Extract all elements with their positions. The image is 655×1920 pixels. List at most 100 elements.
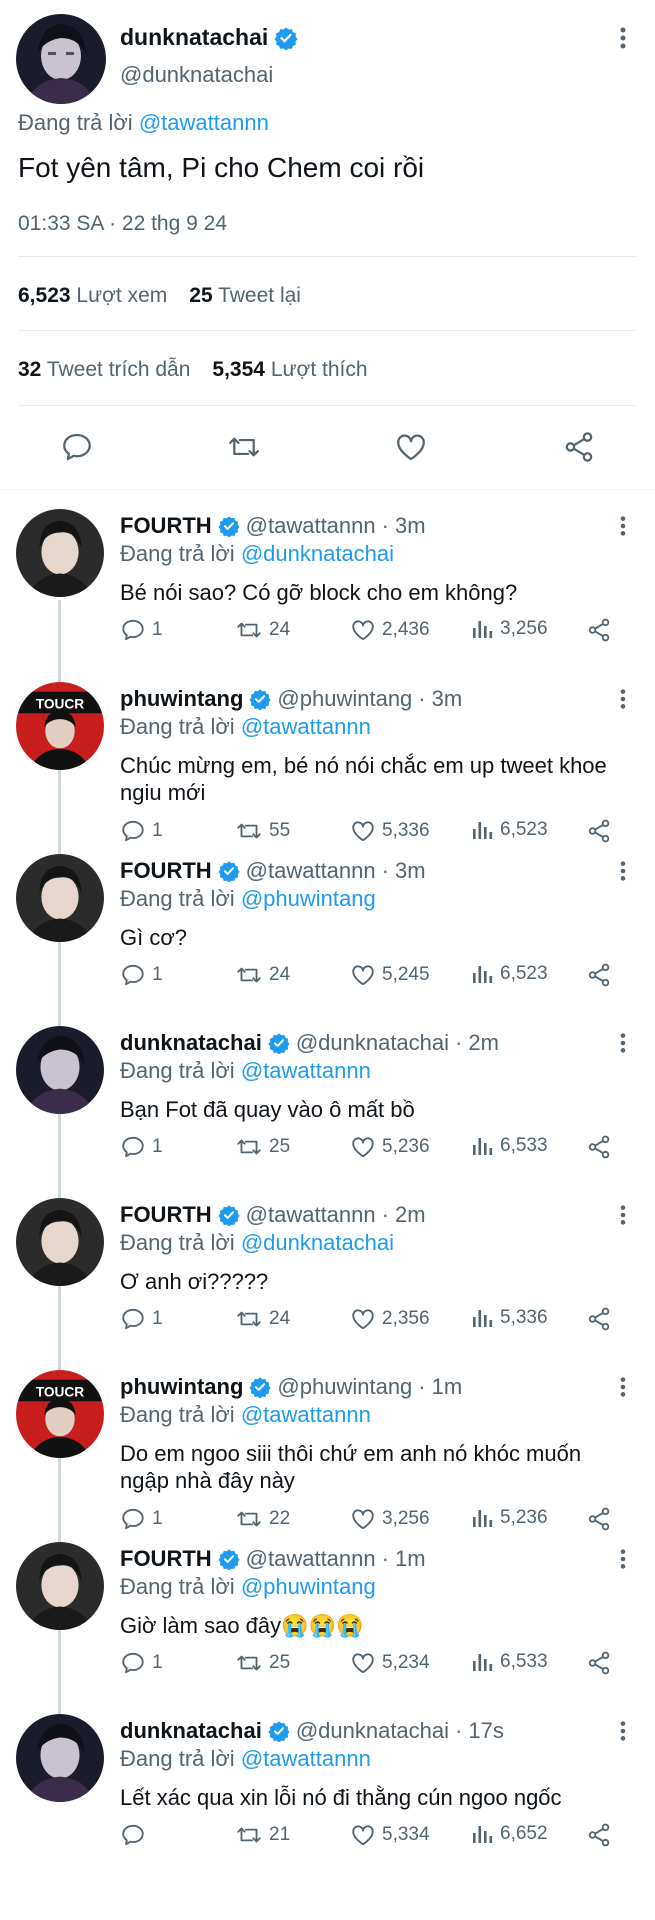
views-stat[interactable]: 6,523 Lượt xem (18, 284, 167, 308)
retweet-button[interactable]: 21 (235, 1822, 290, 1848)
author-name[interactable]: FOURTH (120, 1546, 212, 1572)
reply-tweet[interactable]: TOUCR phuwintang @phuwintang · 1m Đang t… (0, 1358, 655, 1546)
more-vertical-icon[interactable] (619, 1032, 627, 1054)
views-button[interactable]: 6,533 (470, 1650, 548, 1674)
replying-to-mention[interactable]: @tawattannn (241, 1058, 371, 1083)
author-handle[interactable]: @phuwintang (277, 1374, 412, 1400)
author-name-text[interactable]: dunknatachai (120, 24, 268, 51)
reply-time[interactable]: 1m (432, 1374, 463, 1400)
reply-tweet[interactable]: FOURTH @tawattannn · 3m Đang trả lời @du… (0, 497, 655, 657)
reply-tweet[interactable]: dunknatachai @dunknatachai · 17s Đang tr… (0, 1702, 655, 1862)
views-button[interactable]: 5,236 (470, 1506, 548, 1530)
reply-button[interactable]: 1 (120, 1650, 163, 1676)
share-icon[interactable] (557, 425, 601, 469)
share-button[interactable] (586, 1306, 612, 1332)
retweet-button[interactable]: 24 (235, 1306, 290, 1332)
replying-to-mention[interactable]: @phuwintang (241, 1574, 376, 1599)
more-vertical-icon[interactable] (619, 1548, 627, 1570)
reply-button[interactable]: 1 (120, 818, 163, 844)
retweet-button[interactable]: 24 (235, 617, 290, 643)
retweet-button[interactable]: 22 (235, 1506, 290, 1532)
avatar[interactable]: TOUCR (16, 1370, 104, 1458)
views-button[interactable]: 6,523 (470, 962, 548, 986)
reply-button[interactable]: 1 (120, 1306, 163, 1332)
author-name[interactable]: FOURTH (120, 1202, 212, 1228)
like-button[interactable]: 5,245 (350, 962, 430, 988)
avatar[interactable] (16, 509, 104, 597)
like-button[interactable]: 2,436 (350, 617, 430, 643)
retweets-stat[interactable]: 25 Tweet lại (189, 284, 301, 308)
share-button[interactable] (586, 617, 612, 643)
share-button[interactable] (586, 1134, 612, 1160)
author-handle[interactable]: @dunknatachai (120, 62, 273, 88)
reply-tweet[interactable]: TOUCR phuwintang @phuwintang · 3m Đang t… (0, 670, 655, 858)
author-name[interactable]: dunknatachai (120, 1718, 262, 1744)
reply-button[interactable]: 1 (120, 1506, 163, 1532)
heart-icon[interactable] (389, 425, 433, 469)
avatar[interactable] (16, 1026, 104, 1114)
author-name[interactable]: phuwintang (120, 1374, 243, 1400)
author-handle[interactable]: @tawattannn (246, 1546, 376, 1572)
author-name[interactable]: dunknatachai (120, 1030, 262, 1056)
likes-stat[interactable]: 5,354 Lượt thích (212, 358, 367, 382)
share-button[interactable] (586, 1506, 612, 1532)
reply-tweet[interactable]: FOURTH @tawattannn · 3m Đang trả lời @ph… (0, 842, 655, 1002)
views-button[interactable]: 5,336 (470, 1306, 548, 1330)
author-handle[interactable]: @tawattannn (246, 858, 376, 884)
avatar-dunknatachai[interactable] (16, 14, 106, 104)
author-handle[interactable]: @dunknatachai (296, 1030, 449, 1056)
reply-time[interactable]: 1m (395, 1546, 426, 1572)
replying-to-mention[interactable]: @dunknatachai (241, 541, 394, 566)
reply-time[interactable]: 2m (468, 1030, 499, 1056)
like-button[interactable]: 5,334 (350, 1822, 430, 1848)
views-button[interactable]: 3,256 (470, 617, 548, 641)
like-button[interactable]: 5,234 (350, 1650, 430, 1676)
replying-to-mention[interactable]: @tawattannn (139, 110, 269, 135)
more-vertical-icon[interactable] (619, 1720, 627, 1742)
views-button[interactable]: 6,652 (470, 1822, 548, 1846)
more-vertical-icon[interactable] (619, 515, 627, 537)
reply-tweet[interactable]: dunknatachai @dunknatachai · 2m Đang trả… (0, 1014, 655, 1174)
like-button[interactable]: 5,236 (350, 1134, 430, 1160)
reply-time[interactable]: 17s (468, 1718, 503, 1744)
replying-to-mention[interactable]: @dunknatachai (241, 1230, 394, 1255)
retweet-button[interactable]: 25 (235, 1134, 290, 1160)
retweet-button[interactable]: 24 (235, 962, 290, 988)
reply-button[interactable]: 1 (120, 1134, 163, 1160)
author-handle[interactable]: @phuwintang (277, 686, 412, 712)
author-handle[interactable]: @tawattannn (246, 513, 376, 539)
author-name[interactable]: FOURTH (120, 858, 212, 884)
views-button[interactable]: 6,523 (470, 818, 548, 842)
avatar[interactable]: TOUCR (16, 682, 104, 770)
share-button[interactable] (586, 1650, 612, 1676)
author-name[interactable]: phuwintang (120, 686, 243, 712)
reply-time[interactable]: 3m (395, 858, 426, 884)
retweet-icon[interactable] (222, 425, 266, 469)
like-button[interactable]: 2,356 (350, 1306, 430, 1332)
reply-time[interactable]: 3m (432, 686, 463, 712)
avatar[interactable] (16, 1542, 104, 1630)
more-vertical-icon[interactable] (619, 1376, 627, 1398)
quotes-stat[interactable]: 32 Tweet trích dẫn (18, 358, 190, 382)
more-vertical-icon[interactable] (619, 688, 627, 710)
avatar[interactable] (16, 1714, 104, 1802)
reply-icon[interactable] (55, 425, 99, 469)
like-button[interactable]: 3,256 (350, 1506, 430, 1532)
author-handle[interactable]: @dunknatachai (296, 1718, 449, 1744)
author-name[interactable]: dunknatachai (120, 24, 298, 51)
avatar[interactable] (16, 854, 104, 942)
reply-button[interactable] (120, 1822, 152, 1848)
author-handle[interactable]: @tawattannn (246, 1202, 376, 1228)
share-button[interactable] (586, 818, 612, 844)
replying-to-mention[interactable]: @tawattannn (241, 714, 371, 739)
more-vertical-icon[interactable] (619, 26, 627, 50)
reply-tweet[interactable]: FOURTH @tawattannn · 1m Đang trả lời @ph… (0, 1530, 655, 1690)
replying-to-mention[interactable]: @phuwintang (241, 886, 376, 911)
retweet-button[interactable]: 25 (235, 1650, 290, 1676)
more-vertical-icon[interactable] (619, 860, 627, 882)
reply-time[interactable]: 3m (395, 513, 426, 539)
reply-button[interactable]: 1 (120, 617, 163, 643)
retweet-button[interactable]: 55 (235, 818, 290, 844)
share-button[interactable] (586, 962, 612, 988)
replying-to-mention[interactable]: @tawattannn (241, 1746, 371, 1771)
